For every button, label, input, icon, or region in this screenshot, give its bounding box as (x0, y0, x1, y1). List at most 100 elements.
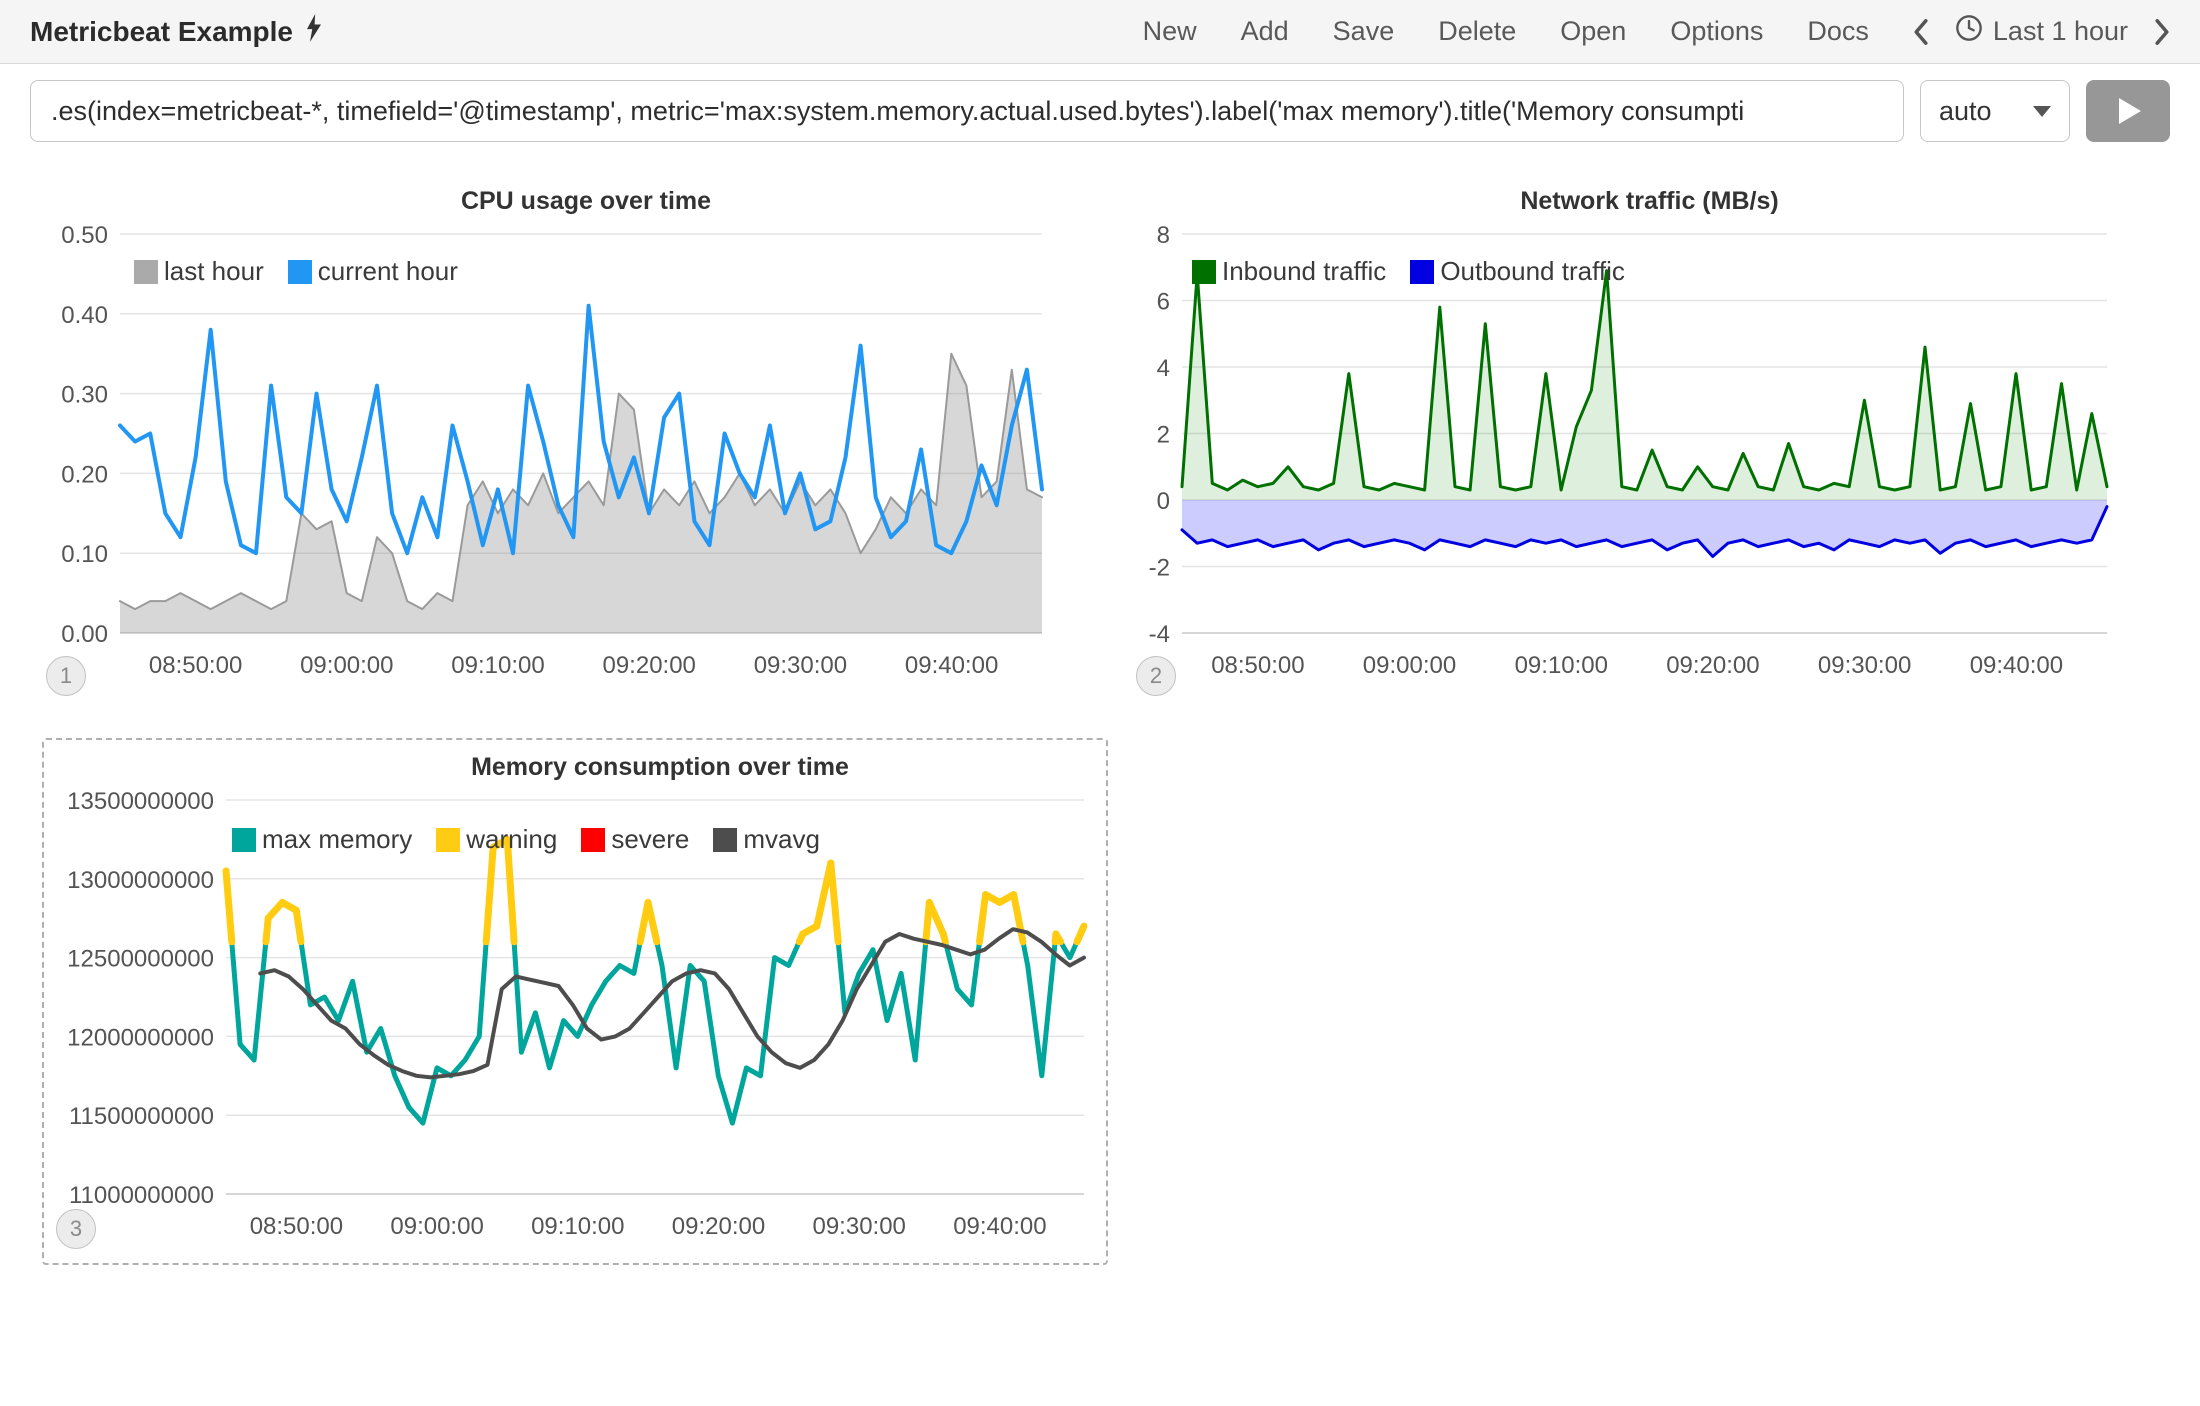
nav-menu: New Add Save Delete Open Options Docs La… (1143, 14, 2170, 49)
lightning-bolt-icon (305, 14, 323, 49)
svg-text:0: 0 (1157, 488, 1170, 515)
svg-text:13500000000: 13500000000 (67, 788, 214, 815)
chevron-down-icon (2033, 106, 2051, 117)
svg-text:6: 6 (1157, 289, 1170, 316)
chart-panel-memory-selected[interactable]: Memory consumption over time 11000000000… (42, 738, 1108, 1265)
chart-title: CPU usage over time (42, 186, 1052, 220)
app-title-text: Metricbeat Example (30, 16, 293, 48)
legend-label: mvavg (743, 824, 820, 855)
svg-text:09:40:00: 09:40:00 (1970, 652, 2063, 679)
query-bar: auto (0, 64, 2200, 152)
svg-text:0.40: 0.40 (61, 302, 108, 329)
nav-item-options[interactable]: Options (1670, 16, 1763, 47)
legend-item[interactable]: mvavg (713, 824, 820, 855)
chart-canvas-memory[interactable]: 1100000000011500000000120000000001250000… (56, 786, 1094, 1246)
svg-text:0.10: 0.10 (61, 541, 108, 568)
app-title: Metricbeat Example (30, 14, 323, 49)
svg-text:08:50:00: 08:50:00 (250, 1213, 343, 1240)
svg-text:2: 2 (1157, 422, 1170, 449)
svg-text:09:00:00: 09:00:00 (1363, 652, 1456, 679)
legend-swatch (134, 260, 158, 284)
legend-item[interactable]: current hour (288, 256, 458, 287)
legend-swatch (1410, 260, 1434, 284)
legend-swatch (232, 828, 256, 852)
chart-panel-network[interactable]: Network traffic (MB/s) -4 -2 0 2 4 6 8 08:50:00… (1132, 186, 2117, 690)
legend-label: severe (611, 824, 689, 855)
legend-item[interactable]: warning (436, 824, 557, 855)
legend-label: max memory (262, 824, 412, 855)
legend-swatch (581, 828, 605, 852)
interval-select[interactable]: auto (1920, 80, 2070, 142)
chart-title: Memory consumption over time (56, 752, 1094, 786)
legend-item[interactable]: max memory (232, 824, 412, 855)
svg-text:0.30: 0.30 (61, 382, 108, 409)
legend-item[interactable]: Inbound traffic (1192, 256, 1386, 287)
svg-text:09:20:00: 09:20:00 (1666, 652, 1759, 679)
chart-canvas-cpu[interactable]: 0.00 0.10 0.20 0.30 0.40 0.50 08:50:00 09:00:00… (42, 220, 1052, 685)
svg-text:-2: -2 (1149, 555, 1170, 582)
svg-text:13000000000: 13000000000 (67, 867, 214, 894)
svg-text:09:30:00: 09:30:00 (754, 652, 847, 679)
svg-text:0.00: 0.00 (61, 621, 108, 648)
svg-text:09:10:00: 09:10:00 (451, 652, 544, 679)
svg-text:08:50:00: 08:50:00 (1211, 652, 1304, 679)
nav-item-add[interactable]: Add (1241, 16, 1289, 47)
run-query-button[interactable] (2086, 80, 2170, 142)
chart-number-badge: 1 (46, 656, 86, 696)
time-controls: Last 1 hour (1913, 14, 2170, 49)
svg-text:12500000000: 12500000000 (67, 946, 214, 973)
interval-value: auto (1939, 96, 1992, 127)
nav-item-open[interactable]: Open (1560, 16, 1626, 47)
chart-legend: max memory warning severe mvavg (232, 824, 820, 855)
svg-text:09:20:00: 09:20:00 (602, 652, 695, 679)
svg-text:09:30:00: 09:30:00 (812, 1213, 905, 1240)
time-forward-button[interactable] (2154, 19, 2170, 45)
chart-canvas-network[interactable]: -4 -2 0 2 4 6 8 08:50:00 09:00:00 09:10:00 09:20:0… (1132, 220, 2117, 685)
chart-panel-cpu[interactable]: CPU usage over time 0.00 0.10 0.20 0.30 0.40… (42, 186, 1052, 690)
clock-icon (1955, 14, 1983, 49)
nav-item-new[interactable]: New (1143, 16, 1197, 47)
chart-legend: last hour current hour (134, 256, 458, 287)
legend-item[interactable]: severe (581, 824, 689, 855)
svg-text:09:00:00: 09:00:00 (390, 1213, 483, 1240)
time-back-button[interactable] (1913, 19, 1929, 45)
nav-item-delete[interactable]: Delete (1438, 16, 1516, 47)
legend-label: Inbound traffic (1222, 256, 1386, 287)
svg-text:8: 8 (1157, 222, 1170, 249)
chart-number-badge: 2 (1136, 656, 1176, 696)
svg-text:09:00:00: 09:00:00 (300, 652, 393, 679)
svg-text:08:50:00: 08:50:00 (149, 652, 242, 679)
legend-label: last hour (164, 256, 264, 287)
legend-label: warning (466, 824, 557, 855)
svg-text:09:10:00: 09:10:00 (531, 1213, 624, 1240)
svg-text:09:40:00: 09:40:00 (905, 652, 998, 679)
charts-area: CPU usage over time 0.00 0.10 0.20 0.30 0.40… (0, 152, 2200, 1265)
play-icon (2119, 98, 2141, 124)
svg-text:09:20:00: 09:20:00 (672, 1213, 765, 1240)
svg-text:09:30:00: 09:30:00 (1818, 652, 1911, 679)
legend-item[interactable]: last hour (134, 256, 264, 287)
legend-swatch (713, 828, 737, 852)
legend-label: Outbound traffic (1440, 256, 1625, 287)
top-navbar: Metricbeat Example New Add Save Delete O… (0, 0, 2200, 64)
time-range-label: Last 1 hour (1993, 16, 2128, 47)
svg-text:11500000000: 11500000000 (69, 1103, 214, 1130)
legend-swatch (1192, 260, 1216, 284)
svg-text:0.20: 0.20 (61, 461, 108, 488)
svg-text:09:10:00: 09:10:00 (1515, 652, 1608, 679)
svg-text:09:40:00: 09:40:00 (953, 1213, 1046, 1240)
svg-text:0.50: 0.50 (61, 222, 108, 249)
svg-text:-4: -4 (1149, 621, 1170, 648)
chart-title: Network traffic (MB/s) (1132, 186, 2117, 220)
chart-legend: Inbound traffic Outbound traffic (1192, 256, 1625, 287)
timelion-expression-input[interactable] (30, 80, 1904, 142)
time-picker[interactable]: Last 1 hour (1955, 14, 2128, 49)
legend-swatch (288, 260, 312, 284)
nav-item-save[interactable]: Save (1333, 16, 1395, 47)
nav-item-docs[interactable]: Docs (1807, 16, 1869, 47)
svg-text:11000000000: 11000000000 (69, 1182, 214, 1209)
svg-text:4: 4 (1157, 355, 1170, 382)
legend-label: current hour (318, 256, 458, 287)
legend-item[interactable]: Outbound traffic (1410, 256, 1625, 287)
chart-number-badge: 3 (56, 1209, 96, 1249)
